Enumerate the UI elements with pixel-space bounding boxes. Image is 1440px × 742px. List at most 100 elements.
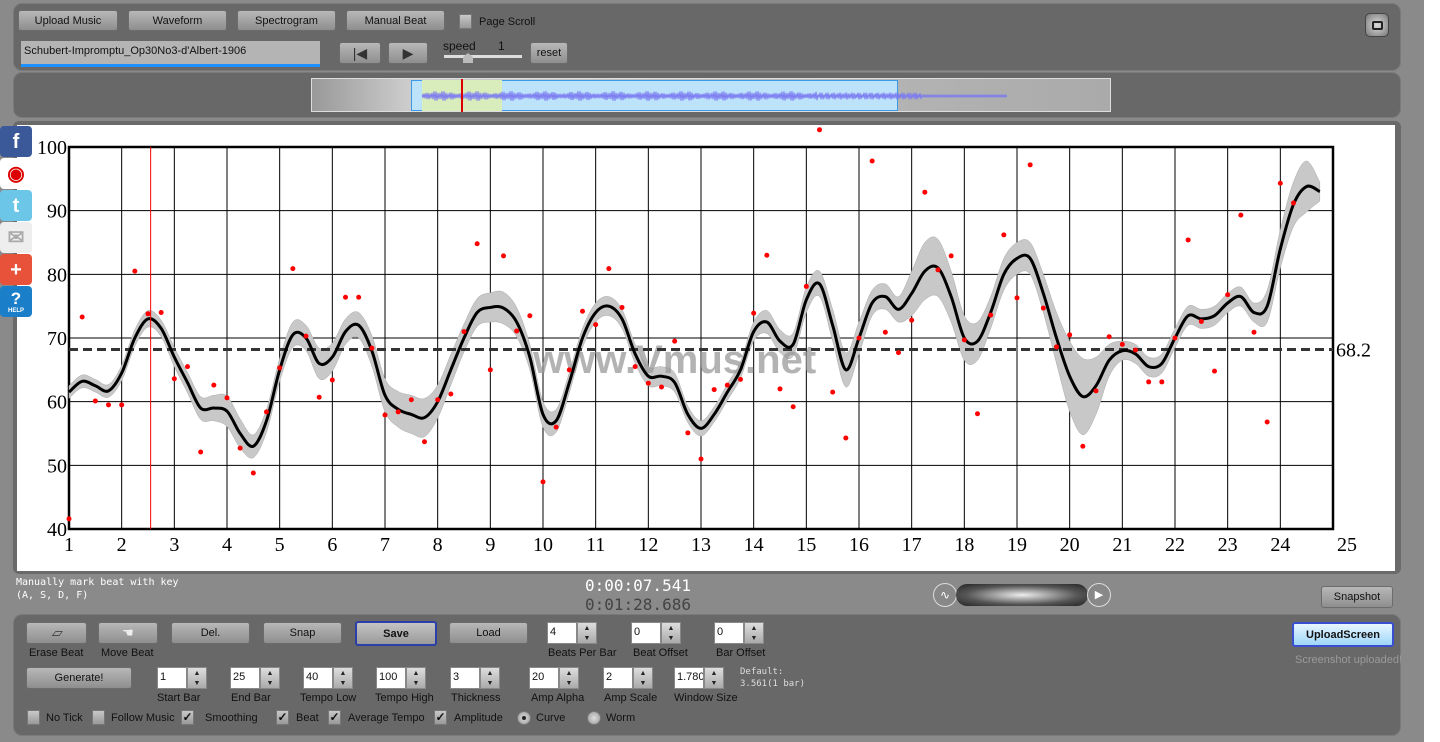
beat-point[interactable]: [975, 411, 980, 417]
facebook-icon[interactable]: f: [0, 126, 32, 157]
beat-point[interactable]: [92, 398, 98, 404]
beat-point[interactable]: [343, 294, 348, 300]
beat-point[interactable]: [1067, 332, 1073, 338]
zoom-slider[interactable]: [956, 584, 1088, 606]
beat-point[interactable]: [645, 380, 651, 386]
beat-point[interactable]: [1198, 318, 1204, 324]
save-button[interactable]: Save: [355, 621, 437, 646]
beat-point[interactable]: [948, 253, 954, 259]
no-tick-checkbox[interactable]: [27, 710, 40, 725]
beat-point[interactable]: [724, 382, 730, 388]
beat-point[interactable]: [566, 367, 572, 373]
fullscreen-icon[interactable]: [1365, 13, 1389, 37]
down-arrow-icon[interactable]: ▼: [751, 635, 758, 642]
beat-point[interactable]: [619, 304, 625, 310]
beat-point[interactable]: [408, 397, 414, 403]
beat-point[interactable]: [382, 412, 388, 418]
upload-screen-button[interactable]: UploadScreen: [1292, 622, 1394, 647]
reset-button[interactable]: reset: [530, 42, 568, 64]
beat-point[interactable]: [1251, 329, 1257, 335]
beat-point[interactable]: [132, 268, 138, 274]
play-button[interactable]: ▶: [388, 42, 428, 64]
curve-radio[interactable]: [517, 711, 531, 725]
beat-point[interactable]: [487, 367, 493, 373]
amplitude-checkbox[interactable]: ✓: [434, 710, 447, 725]
beat-point[interactable]: [803, 283, 809, 289]
beat-point[interactable]: [553, 424, 559, 430]
beat-point[interactable]: [935, 267, 941, 273]
beat-point[interactable]: [277, 365, 283, 371]
beat-point[interactable]: [66, 516, 72, 522]
up-arrow-icon[interactable]: ▲: [340, 670, 347, 677]
manual-beat-button[interactable]: Manual Beat: [346, 10, 445, 31]
beat-point[interactable]: [830, 389, 836, 395]
tempo-low-input[interactable]: 40: [303, 667, 333, 689]
down-arrow-icon[interactable]: ▼: [487, 680, 494, 687]
beat-point[interactable]: [316, 394, 322, 400]
beat-point[interactable]: [777, 386, 783, 392]
down-arrow-icon[interactable]: ▼: [640, 680, 647, 687]
beat-point[interactable]: [751, 310, 757, 316]
beats-per-bar-input[interactable]: 4: [547, 622, 577, 644]
beat-point[interactable]: [1040, 305, 1046, 311]
snap-button[interactable]: Snap: [263, 622, 342, 644]
tempo-chart[interactable]: 1 2 3 4 5 6 7 8 9 10 11 12 13 14 15 16 17 18 19 20 21 22 23 24 2…: [17, 125, 1395, 571]
window-size-input[interactable]: 1.78048: [674, 667, 704, 689]
beat-point[interactable]: [395, 409, 401, 415]
up-arrow-icon[interactable]: ▲: [751, 625, 758, 632]
beat-point[interactable]: [711, 387, 717, 393]
beat-point[interactable]: [106, 402, 111, 408]
beat-point[interactable]: [1225, 292, 1231, 298]
beat-point[interactable]: [250, 470, 256, 476]
tempo-high-spinner[interactable]: 100 ▲ ▼: [376, 667, 426, 689]
up-arrow-icon[interactable]: ▲: [267, 670, 274, 677]
beat-point[interactable]: [896, 350, 901, 356]
file-name-field[interactable]: Schubert-Impromptu_Op30No3-d'Albert-1906: [21, 41, 320, 67]
beat-point[interactable]: [659, 384, 664, 390]
tempo-high-input[interactable]: 100: [376, 667, 406, 689]
follow-music-checkbox[interactable]: [92, 710, 105, 725]
down-arrow-icon[interactable]: ▼: [267, 680, 274, 687]
twitter-icon[interactable]: t: [0, 190, 32, 221]
beat-point[interactable]: [672, 338, 678, 344]
beat-point[interactable]: [1159, 379, 1165, 385]
waveform-button[interactable]: Waveform: [128, 10, 227, 31]
weibo-icon[interactable]: ◉: [0, 158, 32, 189]
beat-point[interactable]: [1080, 443, 1086, 449]
beat-point[interactable]: [211, 382, 217, 388]
beat-point[interactable]: [1238, 212, 1244, 218]
beat-point[interactable]: [632, 364, 638, 370]
worm-radio[interactable]: [587, 711, 601, 725]
beat-point[interactable]: [961, 337, 967, 343]
beat-point[interactable]: [856, 335, 862, 341]
beat-point[interactable]: [79, 314, 85, 320]
erase-beat-button[interactable]: ▱: [26, 622, 87, 644]
beat-point[interactable]: [764, 252, 770, 258]
up-arrow-icon[interactable]: ▲: [487, 670, 494, 677]
page-scroll-checkbox[interactable]: [459, 14, 472, 29]
beat-point[interactable]: [1014, 295, 1020, 301]
up-arrow-icon[interactable]: ▲: [194, 670, 201, 677]
beat-point[interactable]: [448, 391, 454, 397]
beat-point[interactable]: [580, 308, 585, 314]
beat-point[interactable]: [1277, 180, 1283, 186]
rewind-button[interactable]: |◀: [339, 42, 381, 64]
beat-point[interactable]: [790, 404, 796, 410]
delete-button[interactable]: Del.: [171, 622, 250, 644]
beat-point[interactable]: [1185, 237, 1191, 243]
end-bar-input[interactable]: 25: [230, 667, 260, 689]
up-arrow-icon[interactable]: ▲: [584, 625, 591, 632]
beat-point[interactable]: [988, 312, 994, 318]
beat-checkbox[interactable]: ✓: [276, 710, 289, 725]
beat-point[interactable]: [329, 377, 335, 383]
thickness-spinner[interactable]: 3 ▲ ▼: [450, 667, 500, 689]
email-icon[interactable]: ✉: [0, 222, 32, 253]
beat-point[interactable]: [461, 329, 467, 335]
amp-alpha-spinner[interactable]: 20 ▲ ▼: [529, 667, 579, 689]
beat-point[interactable]: [909, 317, 915, 323]
upload-music-button[interactable]: Upload Music: [18, 10, 118, 31]
beat-point[interactable]: [264, 409, 269, 415]
beat-point[interactable]: [1119, 341, 1125, 347]
beat-point[interactable]: [369, 345, 375, 351]
beat-point[interactable]: [171, 376, 177, 382]
